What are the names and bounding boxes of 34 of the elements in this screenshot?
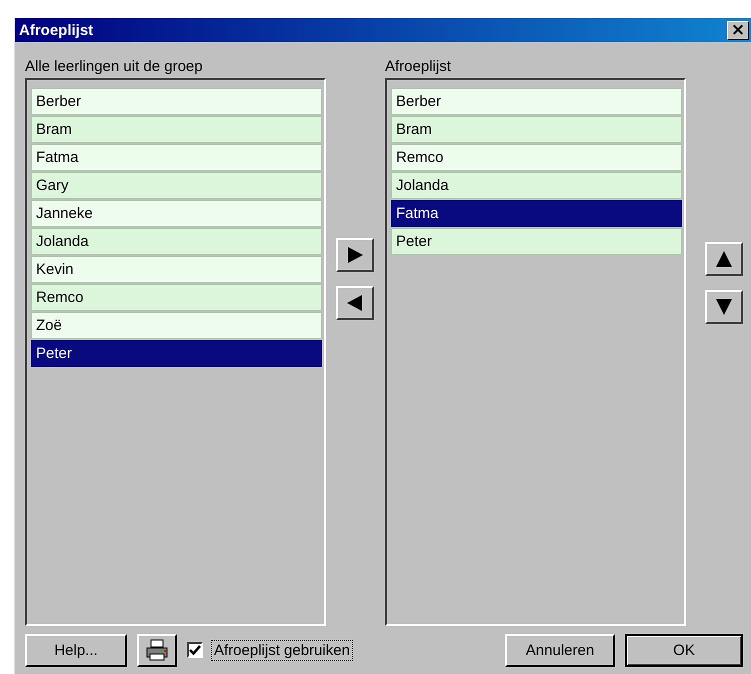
list-item[interactable]: Zoë [31, 312, 322, 339]
help-button[interactable]: Help... [25, 634, 127, 666]
list-label: Afroeplijst [385, 56, 452, 76]
list-item[interactable]: Berber [31, 88, 322, 115]
list-item[interactable]: Bram [391, 116, 682, 143]
list-item[interactable]: Peter [31, 340, 322, 367]
right-triangle-icon [345, 245, 366, 265]
list-item[interactable]: Jolanda [31, 228, 322, 255]
list-item[interactable]: Berber [391, 88, 682, 115]
checkbox-label[interactable]: Afroeplijst gebruiken [211, 640, 353, 660]
list-item[interactable]: Kevin [31, 256, 322, 283]
list-item[interactable]: Fatma [31, 144, 322, 171]
window-title: Afroeplijst [19, 22, 94, 38]
checkbox[interactable] [187, 642, 203, 658]
list-item[interactable]: Janneke [31, 200, 322, 227]
close-button[interactable]: × [727, 20, 749, 40]
list-item[interactable]: Bram [31, 116, 322, 143]
move-right-button[interactable] [336, 238, 374, 272]
printer-icon [145, 639, 169, 661]
list-label: Alle leerlingen uit de groep [25, 56, 204, 76]
print-button[interactable] [137, 634, 177, 666]
list-item[interactable]: Peter [391, 228, 682, 255]
list-item[interactable]: Fatma [391, 200, 682, 227]
move-up-button[interactable] [705, 242, 744, 276]
move-down-button[interactable] [705, 290, 744, 324]
list-item[interactable]: Gary [31, 172, 322, 199]
list-item[interactable]: Remco [391, 144, 682, 171]
list-item[interactable]: Jolanda [391, 172, 682, 199]
ok-button[interactable]: OK [625, 634, 743, 666]
move-left-button[interactable] [336, 286, 374, 320]
down-triangle-icon [714, 297, 734, 317]
cancel-button[interactable]: Annuleren [505, 634, 615, 666]
up-triangle-icon [714, 249, 734, 269]
list-item[interactable]: Remco [31, 284, 322, 311]
